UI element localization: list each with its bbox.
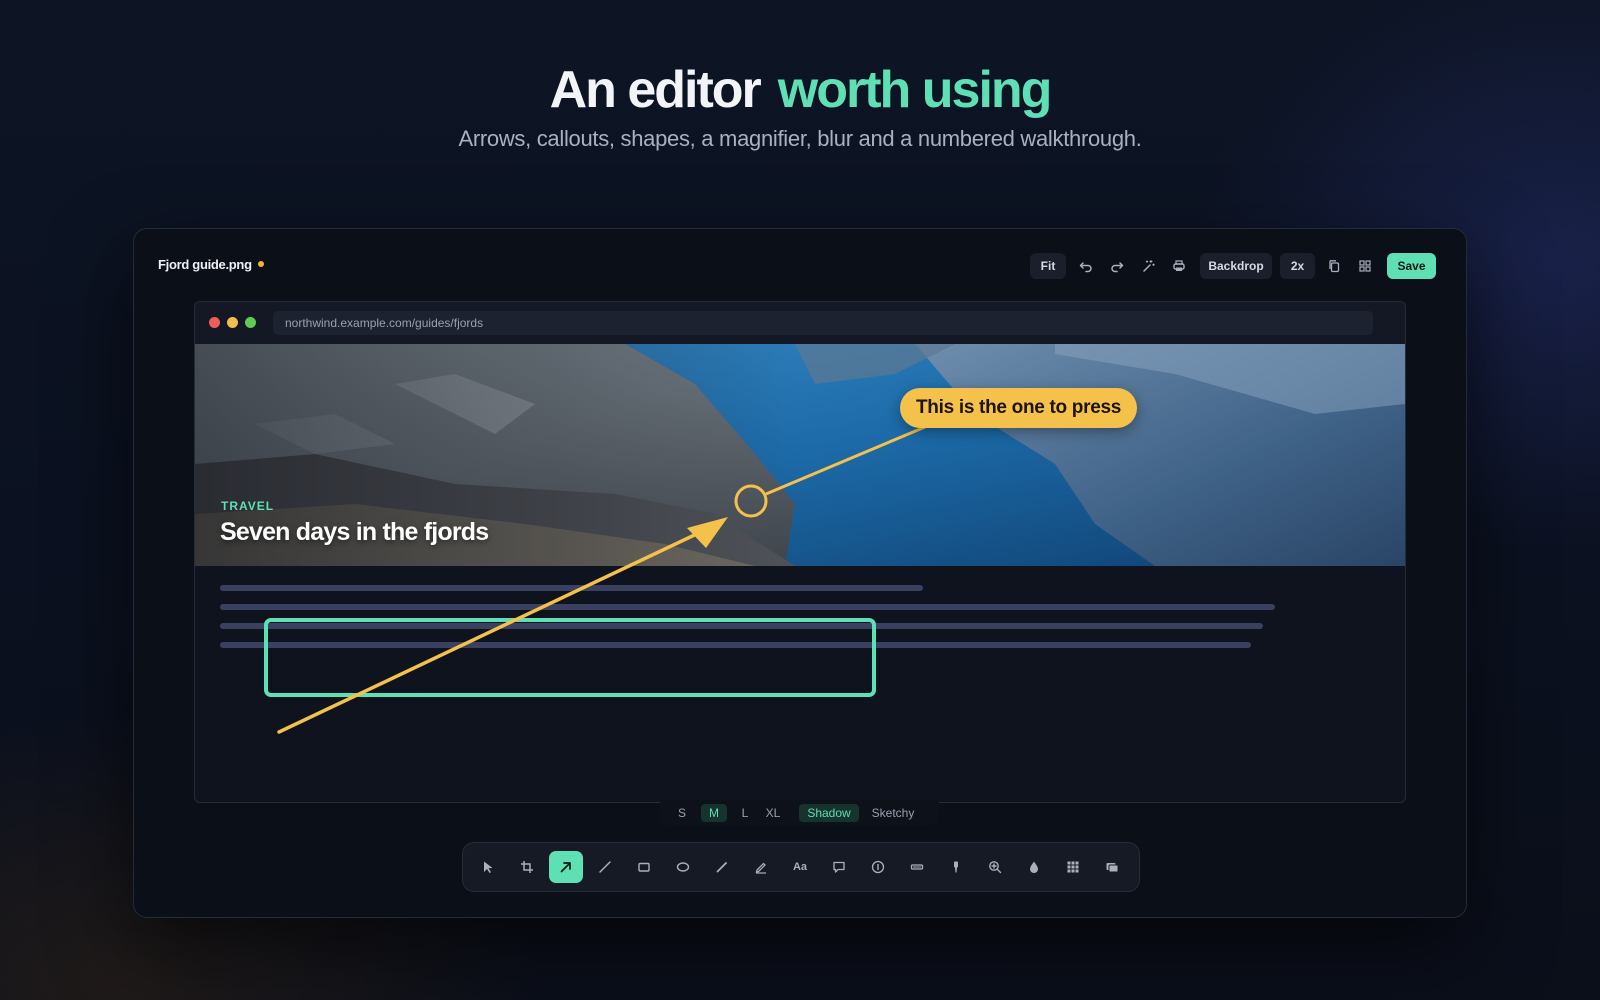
- ellipse-icon[interactable]: [666, 851, 700, 883]
- rectangle-icon[interactable]: [627, 851, 661, 883]
- size-option-s[interactable]: S: [674, 804, 690, 822]
- size-option-xl[interactable]: XL: [760, 804, 786, 822]
- highlighter-icon[interactable]: [744, 851, 778, 883]
- select-icon[interactable]: [471, 851, 505, 883]
- layers-icon[interactable]: [1095, 851, 1129, 883]
- marker-icon[interactable]: [939, 851, 973, 883]
- tool-palette: Aa: [462, 842, 1140, 892]
- sketchy-toggle[interactable]: Sketchy: [866, 804, 920, 822]
- callout-annotation[interactable]: This is the one to press: [900, 388, 1138, 428]
- target-circle-annotation[interactable]: [734, 484, 768, 518]
- size-option-l[interactable]: L: [737, 804, 753, 822]
- rectangle-annotation[interactable]: [264, 618, 876, 697]
- redact-bar-icon[interactable]: [900, 851, 934, 883]
- size-options-bar: S M L XL Shadow Sketchy: [660, 800, 939, 826]
- magnifier-icon[interactable]: [978, 851, 1012, 883]
- arrow-annotation[interactable]: [277, 528, 707, 734]
- step-number-icon[interactable]: [861, 851, 895, 883]
- arrow-head: [687, 517, 728, 548]
- pen-icon[interactable]: [705, 851, 739, 883]
- line-icon[interactable]: [588, 851, 622, 883]
- crop-icon[interactable]: [510, 851, 544, 883]
- text-tool-label: Aa: [792, 861, 808, 873]
- size-option-m[interactable]: M: [701, 804, 727, 822]
- speech-bubble-icon[interactable]: [822, 851, 856, 883]
- arrow-icon[interactable]: [549, 851, 583, 883]
- blur-drop-icon[interactable]: [1017, 851, 1051, 883]
- shadow-toggle[interactable]: Shadow: [799, 804, 859, 822]
- callout-connector: [765, 425, 926, 496]
- text-tool[interactable]: Aa: [783, 851, 817, 883]
- pixelate-grid-icon[interactable]: [1056, 851, 1090, 883]
